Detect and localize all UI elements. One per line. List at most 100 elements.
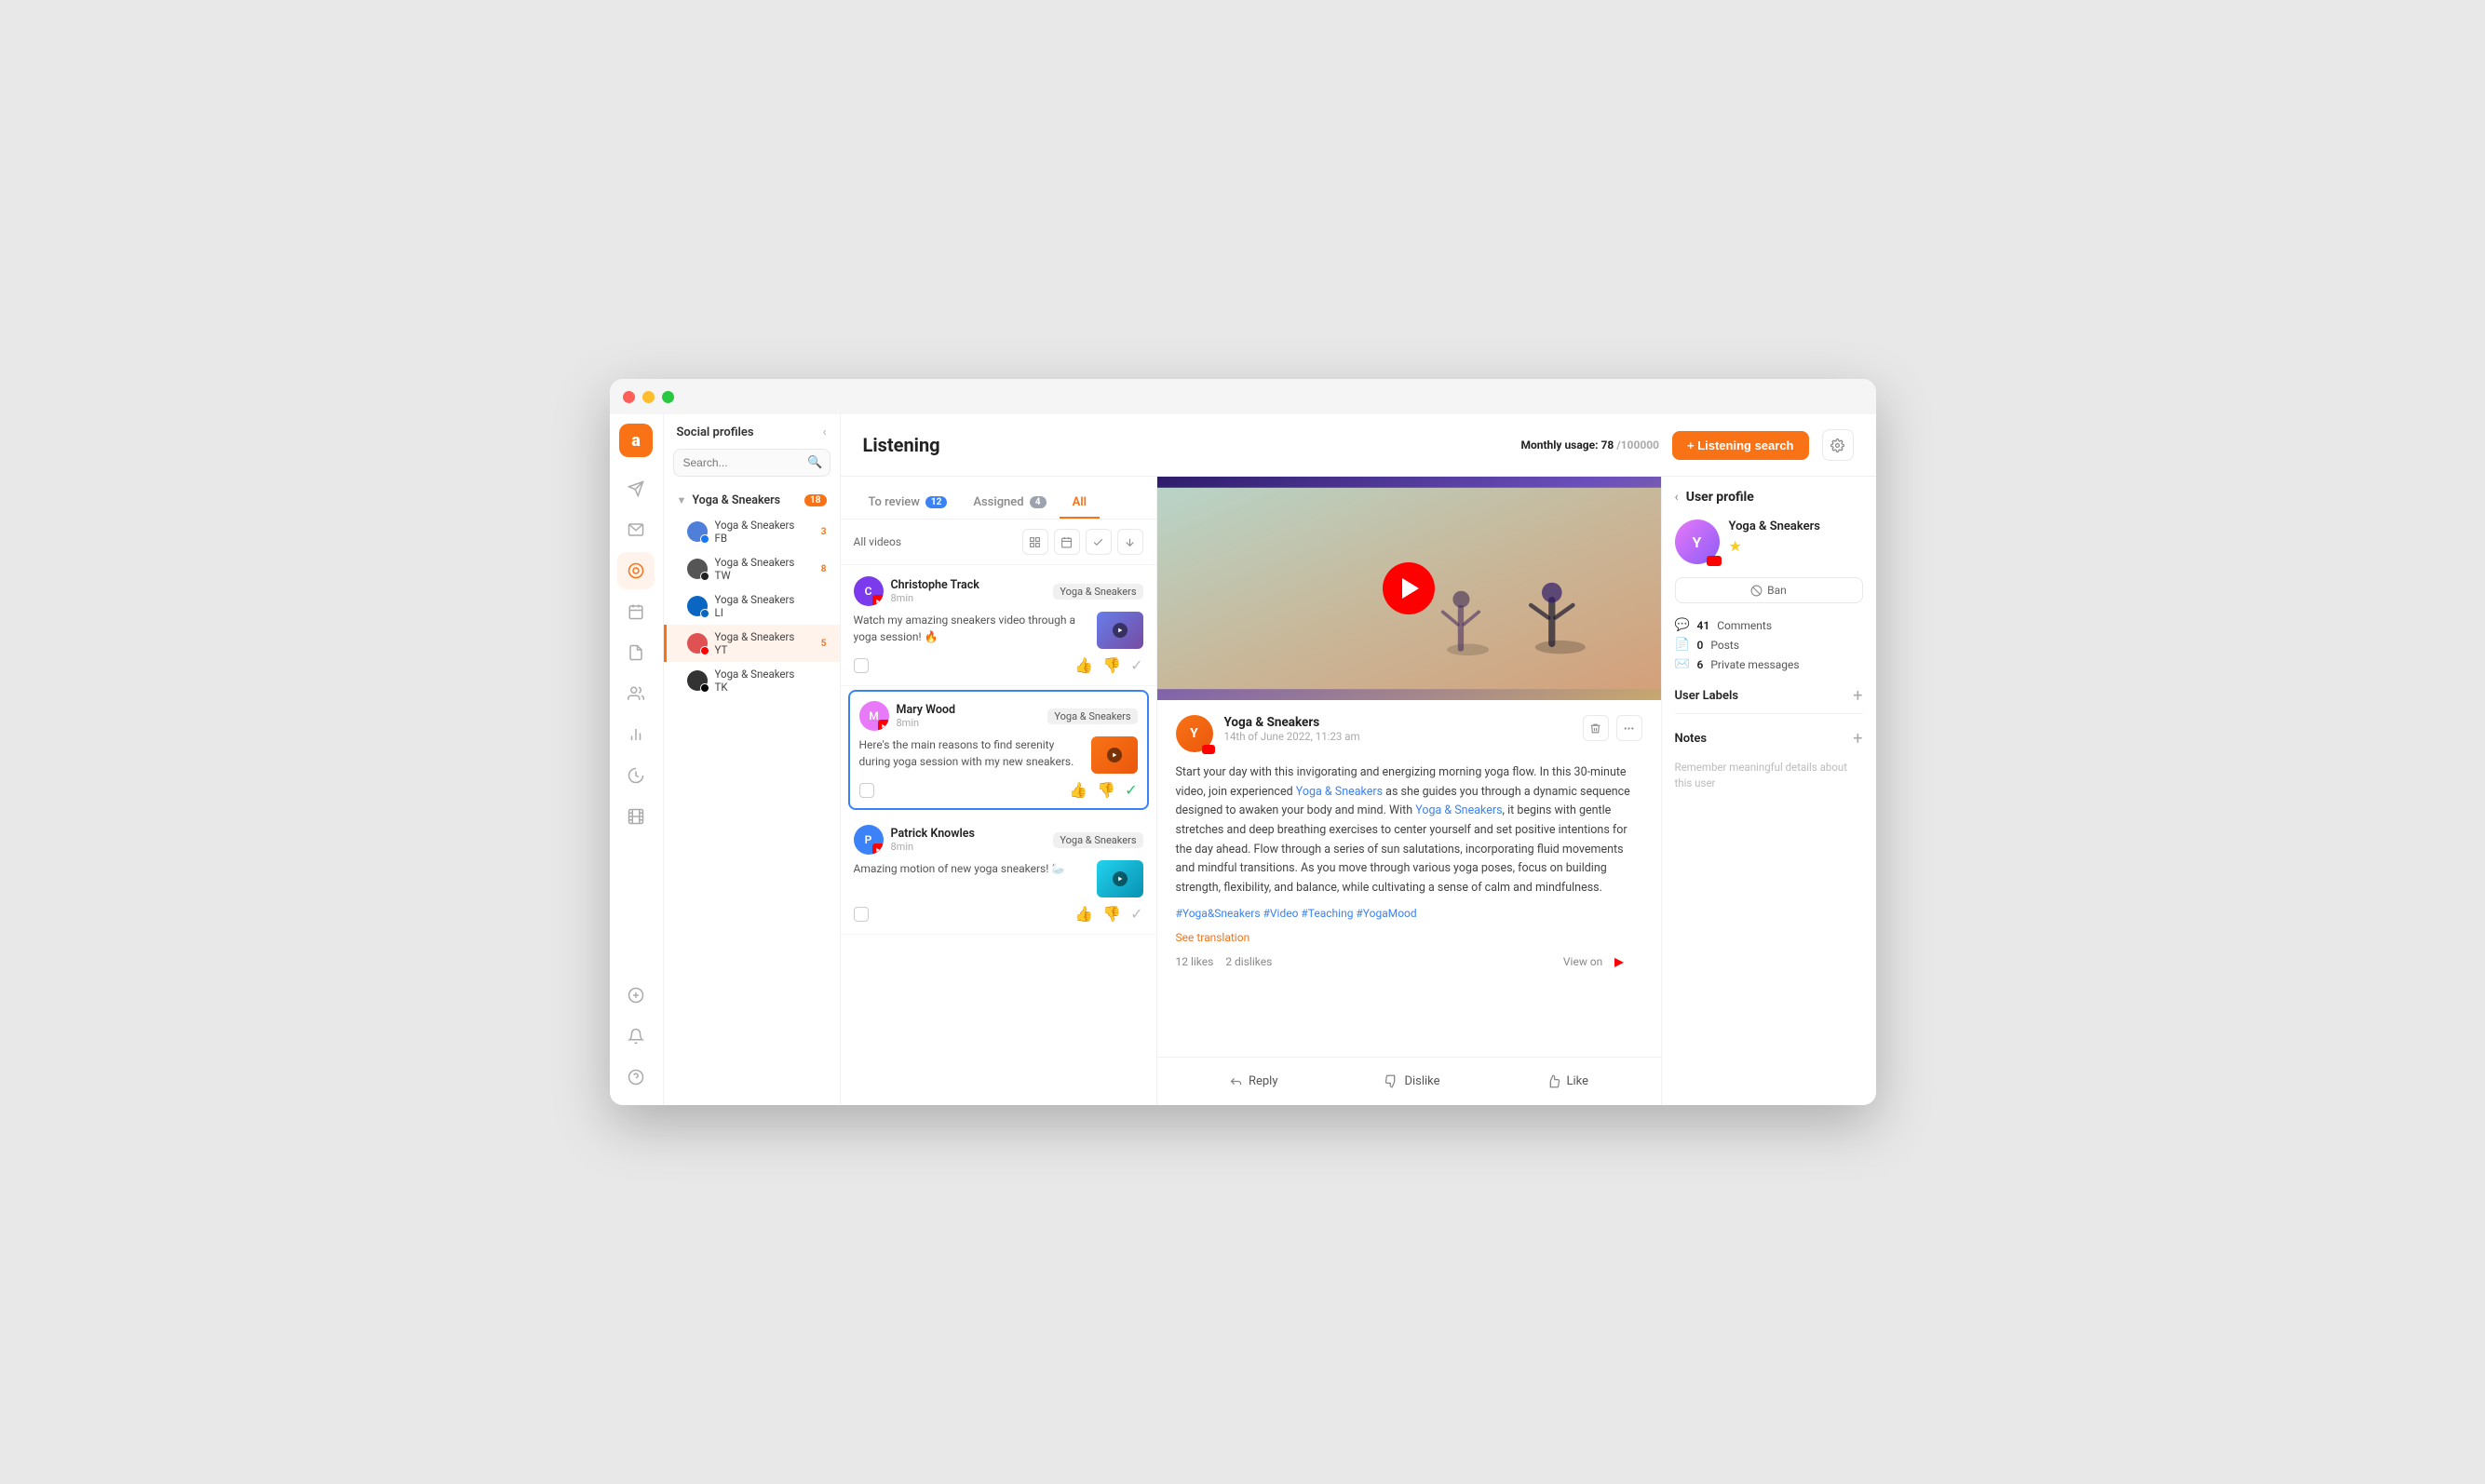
up-back-button[interactable]: ‹ xyxy=(1675,490,1679,505)
content-area: To review 12 Assigned 4 All All videos xyxy=(841,477,1876,1105)
feed-action-icons: 👍 👎 ✓ xyxy=(1074,656,1142,674)
profile-name-yt: Yoga & Sneakers YT xyxy=(715,630,804,656)
delete-button[interactable] xyxy=(1583,715,1609,741)
post-dislikes: 2 dislikes xyxy=(1225,955,1272,968)
like-action[interactable]: Like xyxy=(1535,1069,1600,1094)
profiles-header: Social profiles ‹ xyxy=(664,425,840,449)
post-channel-name: Yoga & Sneakers xyxy=(1224,715,1572,730)
filter-grid-icon[interactable] xyxy=(1022,529,1048,555)
feed-list: C Christophe Track 8min Yoga & Sneaker xyxy=(841,565,1156,1105)
post-link-2[interactable]: Yoga & Sneakers xyxy=(1415,803,1502,817)
search-input[interactable] xyxy=(673,449,831,477)
tab-assigned-badge: 4 xyxy=(1030,496,1047,508)
thumbs-up-icon-2[interactable]: 👍 xyxy=(1069,781,1087,799)
up-star-icon[interactable]: ★ xyxy=(1729,537,1742,555)
maximize-dot[interactable] xyxy=(662,391,674,403)
add-note-button[interactable]: + xyxy=(1853,729,1862,749)
tab-assigned[interactable]: Assigned 4 xyxy=(960,488,1059,519)
profile-name-fb: Yoga & Sneakers FB xyxy=(715,519,804,545)
yt-badge-icon-2 xyxy=(878,720,889,731)
dislike-action[interactable]: Dislike xyxy=(1373,1069,1451,1094)
feed-content: Watch my amazing sneakers video through … xyxy=(854,612,1143,649)
filter-check-icon[interactable] xyxy=(1086,529,1112,555)
nav-calendar[interactable] xyxy=(617,593,655,630)
posts-icon: 📄 xyxy=(1675,638,1690,652)
feed-avatar-christophe: C xyxy=(854,576,884,606)
view-on-yt-icon: ▶ xyxy=(1614,955,1623,968)
ban-button[interactable]: Ban xyxy=(1675,577,1863,603)
profiles-title: Social profiles xyxy=(677,425,754,439)
collapse-button[interactable]: ‹ xyxy=(823,425,827,439)
nav-add[interactable] xyxy=(617,977,655,1014)
feed-username-2: Mary Wood xyxy=(897,703,1041,717)
thumbs-up-icon-3[interactable]: 👍 xyxy=(1074,905,1093,923)
profile-icon-tk xyxy=(687,670,708,691)
nav-media[interactable] xyxy=(617,798,655,835)
more-options-button[interactable] xyxy=(1616,715,1642,741)
profile-item-li[interactable]: Yoga & Sneakers LI xyxy=(664,587,840,625)
nav-notifications[interactable] xyxy=(617,1018,655,1055)
feed-text-3: Amazing motion of new yoga sneakers! 🦢 xyxy=(854,860,1089,877)
search-box: 🔍 xyxy=(673,449,831,477)
nav-team[interactable] xyxy=(617,675,655,712)
feed-item-selected[interactable]: M Mary Wood 8min Yoga & Sneakers xyxy=(848,690,1149,810)
reply-action[interactable]: Reply xyxy=(1218,1069,1290,1094)
ban-label: Ban xyxy=(1767,584,1787,597)
up-notes-title: Notes xyxy=(1675,732,1708,746)
post-tags: #Yoga&Sneakers #Video #Teaching #YogaMoo… xyxy=(1176,907,1642,920)
feed-username: Christophe Track xyxy=(891,578,1047,592)
tab-all[interactable]: All xyxy=(1060,488,1100,519)
filter-calendar-icon[interactable] xyxy=(1054,529,1080,555)
profile-name-tk: Yoga & Sneakers TK xyxy=(715,668,804,694)
nav-help[interactable] xyxy=(617,1059,655,1096)
profile-item-fb[interactable]: Yoga & Sneakers FB 3 xyxy=(664,513,840,550)
thumbs-down-icon-3[interactable]: 👎 xyxy=(1102,905,1121,923)
thumbs-up-icon[interactable]: 👍 xyxy=(1074,656,1093,674)
profile-icon-li xyxy=(687,596,708,616)
filter-sort-icon[interactable] xyxy=(1117,529,1143,555)
nav-reports[interactable] xyxy=(617,634,655,671)
play-triangle-icon xyxy=(1402,578,1419,599)
check-icon-3[interactable]: ✓ xyxy=(1130,905,1142,923)
thumbs-down-icon-2[interactable]: 👎 xyxy=(1097,781,1115,799)
post-link-1[interactable]: Yoga & Sneakers xyxy=(1296,785,1383,799)
nav-listening[interactable] xyxy=(617,552,655,589)
usage-value: 78 xyxy=(1600,438,1614,452)
profile-item-tk[interactable]: Yoga & Sneakers TK xyxy=(664,662,840,699)
feed-checkbox[interactable] xyxy=(854,658,869,673)
view-on[interactable]: View on ▶ xyxy=(1563,955,1633,968)
check-icon-2[interactable]: ✓ xyxy=(1125,781,1137,799)
main-header: Listening Monthly usage: 78 /100000 + Li… xyxy=(841,414,1876,477)
feed-thumb-play-2 xyxy=(1107,748,1122,762)
close-dot[interactable] xyxy=(623,391,635,403)
see-translation-link[interactable]: See translation xyxy=(1176,931,1250,944)
video-play-button[interactable] xyxy=(1383,562,1435,614)
settings-button[interactable] xyxy=(1822,429,1854,461)
check-icon[interactable]: ✓ xyxy=(1130,656,1142,674)
nav-speed[interactable] xyxy=(617,757,655,794)
nav-analytics[interactable] xyxy=(617,716,655,753)
listening-search-button[interactable]: + Listening search xyxy=(1672,431,1809,460)
thumbs-down-icon[interactable]: 👎 xyxy=(1102,656,1121,674)
feed-checkbox-2[interactable] xyxy=(859,783,874,798)
feed-checkbox-3[interactable] xyxy=(854,907,869,922)
up-profile-section: Y Yoga & Sneakers ★ xyxy=(1675,519,1863,564)
feed-username-3: Patrick Knowles xyxy=(891,827,1047,841)
profile-item-yt[interactable]: Yoga & Sneakers YT 5 xyxy=(664,625,840,662)
feed-time: 8min xyxy=(891,592,1047,604)
post-date: 14th of June 2022, 11:23 am xyxy=(1224,730,1572,743)
feed-channel-tag-3: Yoga & Sneakers xyxy=(1053,832,1142,848)
tab-to-review[interactable]: To review 12 xyxy=(856,488,961,519)
profile-item-tw[interactable]: Yoga & Sneakers TW 8 xyxy=(664,550,840,587)
add-user-label-button[interactable]: + xyxy=(1853,686,1862,706)
nav-send[interactable] xyxy=(617,470,655,507)
feed-item[interactable]: C Christophe Track 8min Yoga & Sneaker xyxy=(841,565,1156,686)
minimize-dot[interactable] xyxy=(642,391,655,403)
profile-group-header[interactable]: ▼ Yoga & Sneakers 18 xyxy=(664,488,840,513)
feed-thumb-3 xyxy=(1097,860,1143,897)
feed-item-3[interactable]: P Patrick Knowles 8min Yoga & Sneakers xyxy=(841,814,1156,935)
feed-thumb-play-3 xyxy=(1113,871,1128,886)
nav-inbox[interactable] xyxy=(617,511,655,548)
titlebar xyxy=(610,379,1876,414)
profile-name-tw: Yoga & Sneakers TW xyxy=(715,556,804,582)
